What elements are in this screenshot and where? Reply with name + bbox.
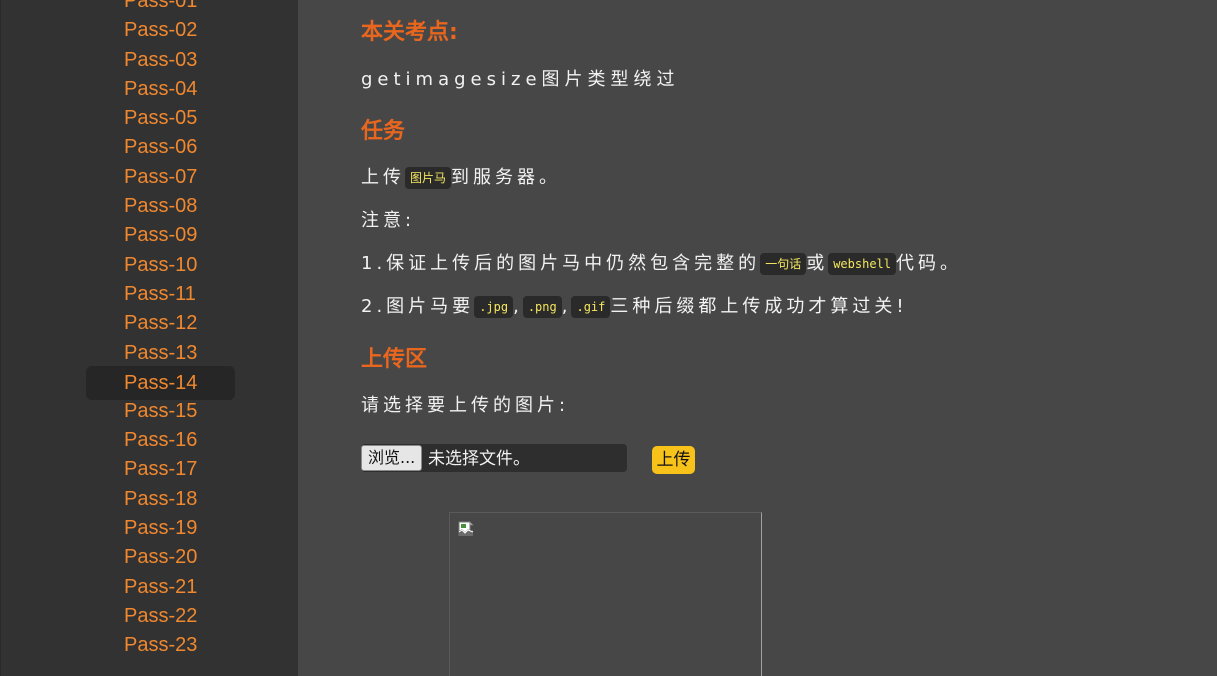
sidebar-item-pass-23[interactable]: Pass-23 bbox=[86, 631, 235, 660]
task-text-before: 上传 bbox=[361, 167, 405, 188]
sidebar-item-pass-19[interactable]: Pass-19 bbox=[86, 514, 235, 543]
pass-list: Pass-01 Pass-02 Pass-03 Pass-04 Pass-05 … bbox=[86, 0, 235, 661]
upload-heading: 上传区 bbox=[361, 347, 428, 372]
sidebar-item-pass-09[interactable]: Pass-09 bbox=[86, 221, 235, 250]
rule-1: 1.保证上传后的图片马中仍然包含完整的 一句话或 webshell 代码。 bbox=[361, 249, 962, 275]
sidebar-item-pass-01[interactable]: Pass-01 bbox=[86, 0, 235, 16]
sidebar-item-label[interactable]: Pass-17 bbox=[86, 455, 235, 484]
upload-button[interactable]: 上传 bbox=[652, 446, 695, 474]
sidebar-item-label[interactable]: Pass-01 bbox=[86, 0, 235, 16]
sidebar-item-label[interactable]: Pass-15 bbox=[86, 397, 235, 426]
sidebar-item-label[interactable]: Pass-19 bbox=[86, 514, 235, 543]
sidebar: Pass-01 Pass-02 Pass-03 Pass-04 Pass-05 … bbox=[0, 0, 298, 676]
task-text-after: 到服务器。 bbox=[451, 167, 562, 188]
sidebar-item-label[interactable]: Pass-09 bbox=[86, 221, 235, 250]
sidebar-item-pass-18[interactable]: Pass-18 bbox=[86, 485, 235, 514]
sidebar-item-pass-03[interactable]: Pass-03 bbox=[86, 46, 235, 75]
browse-button[interactable]: 浏览... bbox=[361, 445, 423, 471]
sidebar-item-label[interactable]: Pass-10 bbox=[86, 251, 235, 280]
sidebar-item-pass-14-active[interactable]: Pass-14 bbox=[86, 365, 235, 400]
file-input[interactable]: 浏览... 未选择文件。 bbox=[361, 444, 627, 472]
sidebar-item-label[interactable]: Pass-04 bbox=[86, 75, 235, 104]
sidebar-item-pass-10[interactable]: Pass-10 bbox=[86, 251, 235, 280]
gif-code: .gif bbox=[571, 296, 611, 318]
rule-2-end: 三种后缀都上传成功才算过关! bbox=[610, 296, 908, 317]
sidebar-item-label[interactable]: Pass-23 bbox=[86, 631, 235, 660]
sidebar-item-pass-22[interactable]: Pass-22 bbox=[86, 602, 235, 631]
sidebar-item-pass-21[interactable]: Pass-21 bbox=[86, 573, 235, 602]
knowledge-text: getimagesize图片类型绕过 bbox=[361, 69, 680, 90]
sidebar-item-pass-20[interactable]: Pass-20 bbox=[86, 543, 235, 572]
sidebar-item-pass-08[interactable]: Pass-08 bbox=[86, 192, 235, 221]
image-preview bbox=[449, 512, 762, 676]
sidebar-item-label[interactable]: Pass-18 bbox=[86, 485, 235, 514]
sidebar-item-pass-11[interactable]: Pass-11 bbox=[86, 280, 235, 309]
rule-1-end: 代码。 bbox=[896, 253, 962, 274]
upload-form: 浏览... 未选择文件。 上传 bbox=[361, 444, 761, 474]
sidebar-item-label[interactable]: Pass-13 bbox=[86, 339, 235, 368]
sidebar-item-pass-12[interactable]: Pass-12 bbox=[86, 309, 235, 338]
sidebar-item-pass-04[interactable]: Pass-04 bbox=[86, 75, 235, 104]
rule-1-text: 1.保证上传后的图片马中仍然包含完整的 bbox=[361, 253, 761, 274]
upload-prompt: 请选择要上传的图片: bbox=[361, 395, 570, 416]
rule-2: 2.图片马要 .jpg, .png, .gif 三种后缀都上传成功才算过关! bbox=[361, 292, 908, 318]
task-heading: 任务 bbox=[361, 119, 406, 144]
rule-2-sep-2: , bbox=[561, 296, 572, 317]
webshell-code: webshell bbox=[828, 253, 896, 275]
sidebar-item-pass-05[interactable]: Pass-05 bbox=[86, 104, 235, 133]
sidebar-item-pass-07[interactable]: Pass-07 bbox=[86, 163, 235, 192]
sidebar-item-pass-17[interactable]: Pass-17 bbox=[86, 455, 235, 484]
notice-label: 注意: bbox=[361, 210, 416, 231]
broken-image-icon bbox=[458, 521, 474, 536]
sidebar-item-pass-13[interactable]: Pass-13 bbox=[86, 339, 235, 368]
file-status: 未选择文件。 bbox=[428, 449, 530, 469]
one-liner-code: 一句话 bbox=[760, 253, 807, 275]
knowledge-heading: 本关考点: bbox=[361, 20, 458, 45]
sidebar-item-pass-16[interactable]: Pass-16 bbox=[86, 426, 235, 455]
sidebar-item-pass-02[interactable]: Pass-02 bbox=[86, 16, 235, 45]
sidebar-item-label[interactable]: Pass-07 bbox=[86, 163, 235, 192]
rule-2-sep-1: , bbox=[513, 296, 523, 317]
sidebar-item-label[interactable]: Pass-03 bbox=[86, 46, 235, 75]
sidebar-item-label[interactable]: Pass-14 bbox=[86, 366, 235, 400]
main-content: 本关考点: getimagesize图片类型绕过 任务 上传 图片马 到服务器。 注… bbox=[298, 0, 1217, 676]
rule-2-text: 2.图片马要 bbox=[361, 296, 475, 317]
sidebar-item-label[interactable]: Pass-02 bbox=[86, 16, 235, 45]
sidebar-item-pass-15[interactable]: Pass-15 bbox=[86, 397, 235, 426]
sidebar-item-pass-06[interactable]: Pass-06 bbox=[86, 133, 235, 162]
jpg-code: .jpg bbox=[474, 296, 514, 318]
sidebar-item-label[interactable]: Pass-16 bbox=[86, 426, 235, 455]
sidebar-item-label[interactable]: Pass-21 bbox=[86, 573, 235, 602]
sidebar-item-label[interactable]: Pass-08 bbox=[86, 192, 235, 221]
sidebar-item-label[interactable]: Pass-22 bbox=[86, 602, 235, 631]
sidebar-item-label[interactable]: Pass-05 bbox=[86, 104, 235, 133]
png-code: .png bbox=[522, 296, 562, 318]
sidebar-item-label[interactable]: Pass-12 bbox=[86, 309, 235, 338]
rule-1-or: 或 bbox=[806, 253, 829, 274]
sidebar-item-label[interactable]: Pass-06 bbox=[86, 133, 235, 162]
image-shell-code: 图片马 bbox=[405, 167, 452, 189]
sidebar-item-label[interactable]: Pass-20 bbox=[86, 543, 235, 572]
task-line: 上传 图片马 到服务器。 bbox=[361, 163, 561, 189]
sidebar-item-label[interactable]: Pass-11 bbox=[86, 280, 235, 309]
